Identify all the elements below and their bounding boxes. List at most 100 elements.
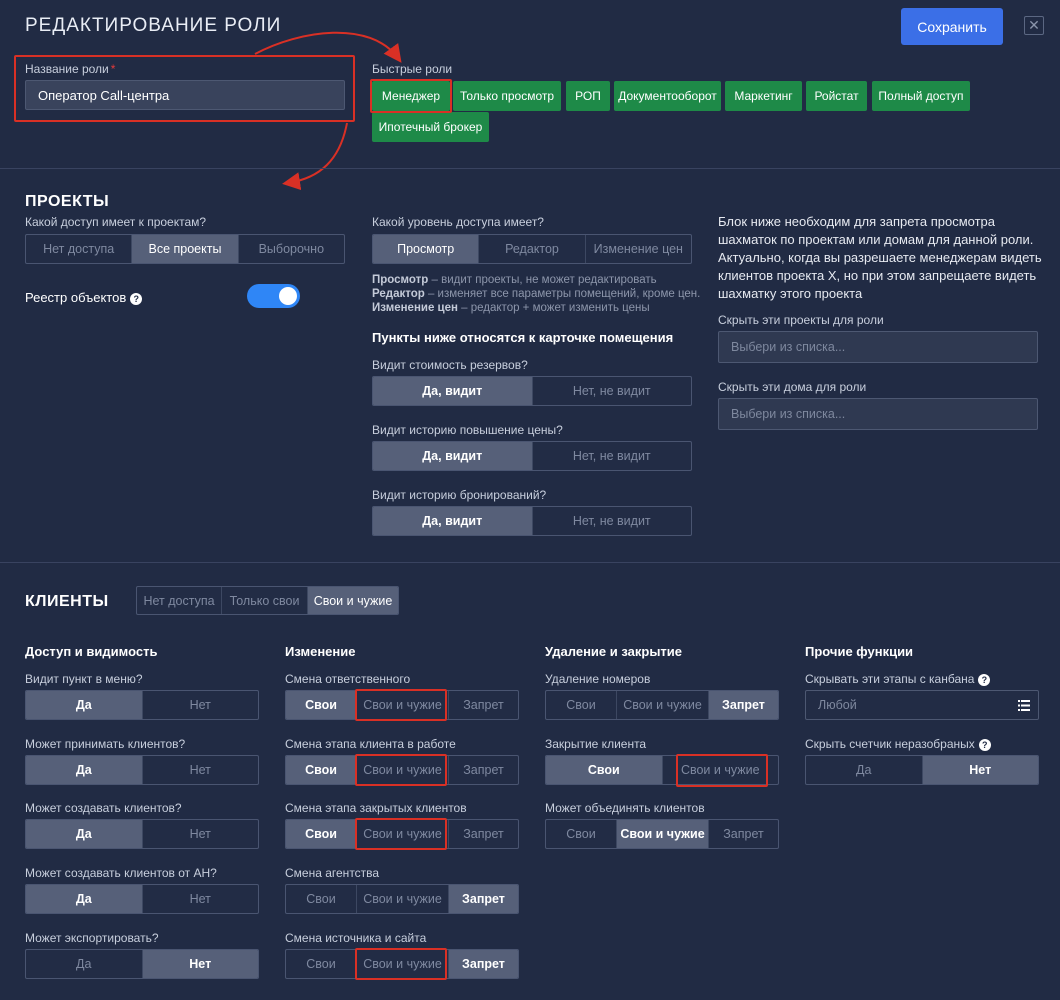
- delete-numbers-segmented: Свои Свои и чужие Запрет: [545, 690, 779, 720]
- toggle-knob: [279, 287, 297, 305]
- menu-visible-segmented: Да Нет: [25, 690, 259, 720]
- change-source-segmented: Свои Свои и чужие Запрет: [285, 949, 519, 979]
- segment-option[interactable]: Свои: [546, 820, 616, 848]
- segment-option[interactable]: Нет: [141, 756, 259, 784]
- segment-option-selected[interactable]: Просмотр: [373, 235, 479, 263]
- segment-option-selected[interactable]: Нет: [921, 756, 1038, 784]
- segment-option[interactable]: Только свои: [221, 587, 307, 614]
- segment-option-selected[interactable]: Свои: [546, 756, 662, 784]
- segment-option[interactable]: Свои: [286, 885, 356, 913]
- row-label: Смена источника и сайта: [285, 931, 427, 945]
- segment-option[interactable]: Нет, не видит: [531, 442, 692, 470]
- segment-option-selected[interactable]: Да, видит: [373, 442, 532, 470]
- projects-access-label: Какой доступ имеет к проектам?: [25, 215, 207, 229]
- segment-option[interactable]: Да: [26, 950, 142, 978]
- segment-option-selected[interactable]: Запрет: [708, 691, 778, 719]
- segment-option-selected[interactable]: Свои: [286, 691, 356, 719]
- change-column-title: Изменение: [285, 644, 356, 659]
- access-column-title: Доступ и видимость: [25, 644, 158, 659]
- segment-option[interactable]: Свои и чужие: [356, 756, 448, 784]
- segment-option[interactable]: Запрет: [448, 691, 518, 719]
- change-responsible-segmented: Свои Свои и чужие Запрет: [285, 690, 519, 720]
- hide-counter-segmented: Да Нет: [805, 755, 1039, 785]
- access-level-segmented: Просмотр Редактор Изменение цен: [372, 234, 692, 264]
- segment-option[interactable]: Запрет: [448, 820, 518, 848]
- row-label: Удаление номеров: [545, 672, 651, 686]
- segment-option[interactable]: Запрет: [708, 820, 778, 848]
- segment-option[interactable]: Нет: [141, 820, 259, 848]
- row-label: Может создавать клиентов?: [25, 801, 182, 815]
- help-icon[interactable]: ?: [978, 673, 991, 686]
- hide-houses-select[interactable]: Выбери из списка...: [718, 398, 1038, 430]
- segment-option-selected[interactable]: Да, видит: [373, 507, 532, 535]
- segment-option-selected[interactable]: Свои: [286, 756, 356, 784]
- segment-option[interactable]: Нет: [141, 885, 259, 913]
- chessboard-info-text: Блок ниже необходим для запрета просмотр…: [718, 214, 1042, 301]
- segment-option[interactable]: Нет доступа: [137, 587, 221, 614]
- segment-option[interactable]: Свои и чужие: [661, 756, 779, 784]
- segment-option-selected[interactable]: Свои: [286, 820, 356, 848]
- segment-option[interactable]: Выборочно: [237, 235, 344, 263]
- segment-option-selected[interactable]: Да: [26, 820, 142, 848]
- hide-projects-label: Скрыть эти проекты для роли: [718, 313, 884, 327]
- row-label: Закрытие клиента: [545, 737, 647, 751]
- segment-option[interactable]: Редактор: [478, 235, 584, 263]
- segment-option[interactable]: Нет, не видит: [531, 377, 692, 405]
- row-label: Может принимать клиентов?: [25, 737, 186, 751]
- segment-option-selected[interactable]: Все проекты: [131, 235, 238, 263]
- help-icon[interactable]: ?: [978, 738, 991, 751]
- segment-option[interactable]: Свои и чужие: [356, 691, 448, 719]
- segment-option-selected[interactable]: Да, видит: [373, 377, 532, 405]
- segment-option[interactable]: Запрет: [448, 756, 518, 784]
- row-label: Смена этапа закрытых клиентов: [285, 801, 467, 815]
- create-clients-segmented: Да Нет: [25, 819, 259, 849]
- hide-projects-select[interactable]: Выбери из списка...: [718, 331, 1038, 363]
- create-agency-clients-segmented: Да Нет: [25, 884, 259, 914]
- change-agency-segmented: Свои Свои и чужие Запрет: [285, 884, 519, 914]
- question-label: Видит стоимость резервов?: [372, 358, 528, 372]
- segment-option-selected[interactable]: Да: [26, 756, 142, 784]
- annotation-arrows: [254, 31, 402, 191]
- segment-option[interactable]: Свои и чужие: [616, 691, 708, 719]
- row-label: Может создавать клиентов от АН?: [25, 866, 217, 880]
- segment-option[interactable]: Свои и чужие: [356, 950, 448, 978]
- kanban-stages-select[interactable]: Любой: [805, 690, 1039, 720]
- segment-option[interactable]: Свои и чужие: [356, 820, 448, 848]
- delete-column-title: Удаление и закрытие: [545, 644, 683, 659]
- segment-option-selected[interactable]: Запрет: [448, 885, 518, 913]
- segment-option[interactable]: Нет: [141, 691, 259, 719]
- segment-option[interactable]: Свои: [286, 950, 356, 978]
- row-label: Может объединять клиентов: [545, 801, 705, 815]
- segment-option-selected[interactable]: Запрет: [448, 950, 518, 978]
- segment-option-selected[interactable]: Свои и чужие: [307, 587, 398, 614]
- segment-option[interactable]: Нет, не видит: [531, 507, 692, 535]
- clients-title: КЛИЕНТЫ: [25, 593, 109, 610]
- segment-option-selected[interactable]: Свои и чужие: [616, 820, 708, 848]
- row-label: Смена агентства: [285, 866, 380, 880]
- list-icon: [1018, 700, 1030, 711]
- segment-option[interactable]: Свои и чужие: [356, 885, 448, 913]
- close-client-segmented: Свои Свои и чужие: [545, 755, 779, 785]
- segment-option-selected[interactable]: Да: [26, 691, 142, 719]
- row-label: Видит пункт в меню?: [25, 672, 143, 686]
- other-column-title: Прочие функции: [805, 644, 914, 659]
- segment-option[interactable]: Нет доступа: [26, 235, 131, 263]
- segment-option[interactable]: Изменение цен: [584, 235, 691, 263]
- help-icon[interactable]: ?: [130, 292, 143, 305]
- segment-option-selected[interactable]: Нет: [141, 950, 258, 978]
- segment-option[interactable]: Да: [806, 756, 922, 784]
- merge-clients-segmented: Свои Свои и чужие Запрет: [545, 819, 779, 849]
- projects-access-segmented: Нет доступа Все проекты Выборочно: [25, 234, 345, 264]
- hide-houses-label: Скрыть эти дома для роли: [718, 380, 867, 394]
- access-level-label: Какой уровень доступа имеет?: [372, 215, 544, 229]
- divider: [0, 562, 1060, 563]
- accept-clients-segmented: Да Нет: [25, 755, 259, 785]
- clients-scope-segmented: Нет доступа Только свои Свои и чужие: [136, 586, 399, 615]
- segment-option[interactable]: Свои: [546, 691, 616, 719]
- projects-title: ПРОЕКТЫ: [25, 193, 110, 210]
- change-stage-active-segmented: Свои Свои и чужие Запрет: [285, 755, 519, 785]
- registry-toggle[interactable]: [247, 284, 300, 308]
- booking-history-segmented: Да, видит Нет, не видит: [372, 506, 692, 536]
- segment-option-selected[interactable]: Да: [26, 885, 142, 913]
- reserve-cost-segmented: Да, видит Нет, не видит: [372, 376, 692, 406]
